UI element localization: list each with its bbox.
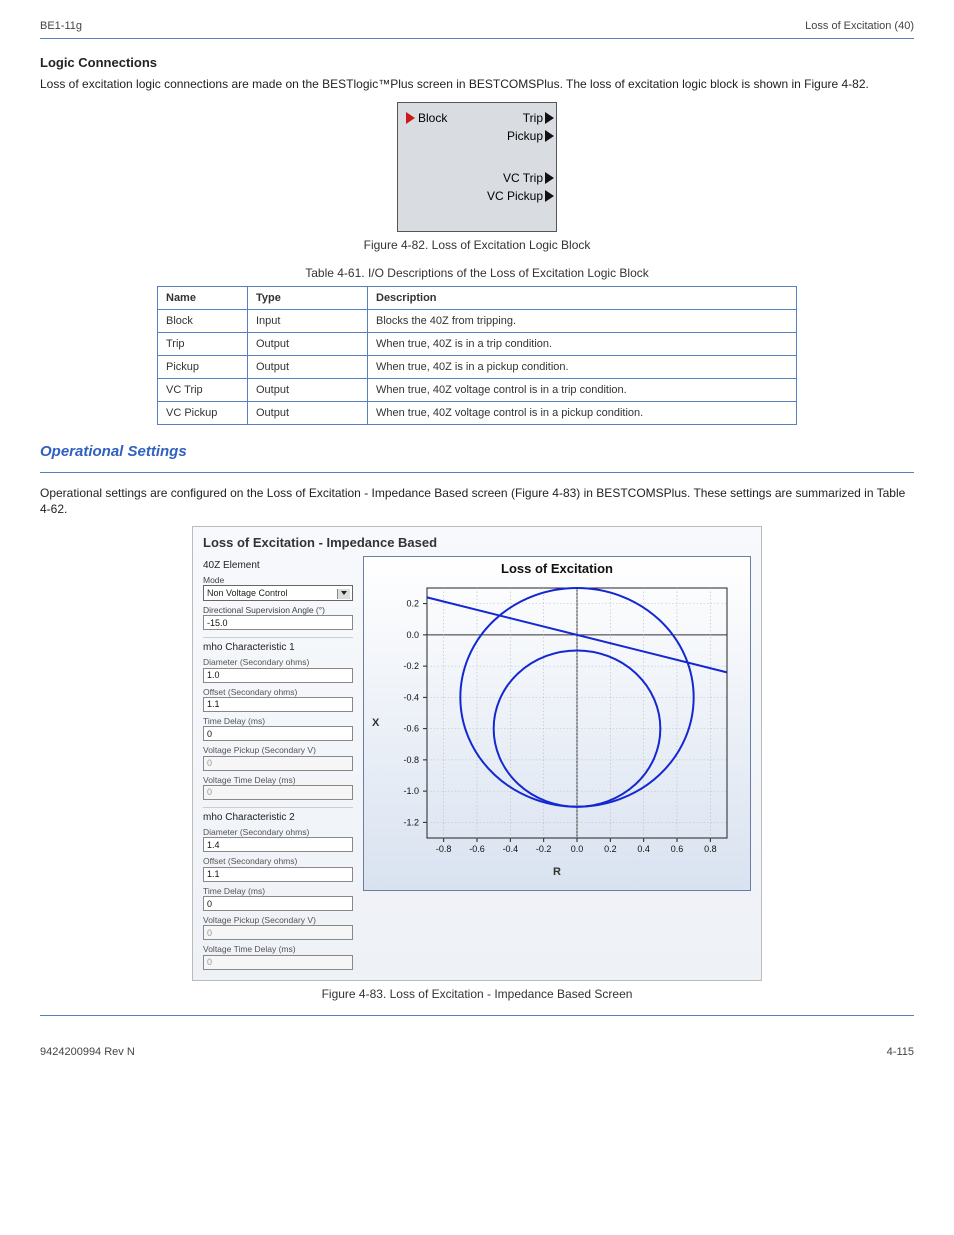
pickup-triangle-icon (545, 130, 554, 142)
vcpickup-triangle-icon (545, 190, 554, 202)
mho2-title: mho Characteristic 2 (203, 812, 353, 823)
mho2-vtd-input[interactable]: 0 (203, 955, 353, 970)
pickup-output: Pickup (507, 129, 554, 143)
svg-text:0.2: 0.2 (406, 598, 419, 608)
block-input-triangle-icon (406, 112, 415, 124)
x-axis-label: R (364, 866, 750, 878)
loss-of-excitation-chart: Loss of Excitation X 0.2 0.0 -0.2 -0.4 -0.6 -… (363, 556, 751, 891)
settings-panel-caption: Figure 4-83. Loss of Excitation - Impeda… (40, 987, 914, 1001)
mho2-offset-label: Offset (Secondary ohms) (203, 857, 353, 866)
mho1-diameter-label: Diameter (Secondary ohms) (203, 658, 353, 667)
svg-text:-0.2: -0.2 (403, 661, 419, 671)
settings-panel-title: Loss of Excitation - Impedance Based (203, 535, 751, 550)
logic-block-figure: Block Trip Pickup VC Trip VC Pickup (40, 102, 914, 232)
logic-connections-intro: Loss of excitation logic connections are… (40, 76, 914, 92)
vctrip-label: VC Trip (503, 171, 543, 185)
svg-text:0.0: 0.0 (406, 629, 419, 639)
mho1-diameter-input[interactable]: 1.0 (203, 668, 353, 683)
svg-text:0.6: 0.6 (671, 844, 684, 854)
mode-dropdown[interactable]: Non Voltage Control (203, 585, 353, 601)
io-table-caption: Table 4-61. I/O Descriptions of the Loss… (40, 266, 914, 280)
mho2-vp-input[interactable]: 0 (203, 925, 353, 940)
group-label-40z: 40Z Element (203, 560, 353, 571)
table-row: VC PickupOutputWhen true, 40Z voltage co… (158, 402, 797, 425)
mho1-offset-label: Offset (Secondary ohms) (203, 688, 353, 697)
mho1-td-label: Time Delay (ms) (203, 717, 353, 726)
footer-rule (40, 1015, 914, 1016)
block-input-label: Block (418, 111, 447, 125)
header-right: Loss of Excitation (40) (805, 20, 914, 32)
vcpickup-output: VC Pickup (487, 189, 554, 203)
svg-text:-0.4: -0.4 (403, 692, 419, 702)
svg-text:0.0: 0.0 (571, 844, 584, 854)
mho2-vtd-label: Voltage Time Delay (ms) (203, 945, 353, 954)
mode-dropdown-value: Non Voltage Control (207, 588, 288, 598)
svg-text:-0.6: -0.6 (403, 723, 419, 733)
vctrip-triangle-icon (545, 172, 554, 184)
mode-label: Mode (203, 576, 353, 585)
svg-text:-0.2: -0.2 (536, 844, 552, 854)
trip-label: Trip (523, 111, 543, 125)
svg-text:-0.8: -0.8 (436, 844, 452, 854)
table-row: TripOutputWhen true, 40Z is in a trip co… (158, 333, 797, 356)
svg-text:-1.0: -1.0 (403, 786, 419, 796)
logic-block-caption: Figure 4-82. Loss of Excitation Logic Bl… (40, 238, 914, 252)
vcpickup-label: VC Pickup (487, 189, 543, 203)
settings-form: 40Z Element Mode Non Voltage Control Dir… (203, 556, 353, 970)
mho1-vp-label: Voltage Pickup (Secondary V) (203, 746, 353, 755)
mho2-diameter-input[interactable]: 1.4 (203, 837, 353, 852)
io-col-2: Description (368, 287, 797, 310)
trip-triangle-icon (545, 112, 554, 124)
header-rule (40, 38, 914, 39)
svg-text:-0.6: -0.6 (469, 844, 485, 854)
chart-svg: 0.2 0.0 -0.2 -0.4 -0.6 -0.8 -1.0 -1.2 -0.8 -0.6 -0… (372, 578, 742, 868)
section-rule (40, 472, 914, 473)
mho1-vtd-label: Voltage Time Delay (ms) (203, 776, 353, 785)
logic-box: Block Trip Pickup VC Trip VC Pickup (397, 102, 557, 232)
io-table: Name Type Description BlockInputBlocks t… (157, 286, 797, 425)
dir-angle-label: Directional Supervision Angle (°) (203, 606, 353, 615)
svg-text:-0.8: -0.8 (403, 754, 419, 764)
pickup-label: Pickup (507, 129, 543, 143)
operational-settings-para: Operational settings are configured on t… (40, 485, 914, 517)
mho1-td-input[interactable]: 0 (203, 726, 353, 741)
mho2-offset-input[interactable]: 1.1 (203, 867, 353, 882)
vctrip-output: VC Trip (503, 171, 554, 185)
mho2-vp-label: Voltage Pickup (Secondary V) (203, 916, 353, 925)
io-col-0: Name (158, 287, 248, 310)
table-row: PickupOutputWhen true, 40Z is in a picku… (158, 356, 797, 379)
header-left: BE1-11g (40, 20, 82, 32)
mho1-vp-input[interactable]: 0 (203, 756, 353, 771)
svg-text:0.2: 0.2 (604, 844, 617, 854)
trip-output: Trip (523, 111, 554, 125)
chevron-down-icon (341, 591, 347, 595)
operational-settings-heading: Operational Settings (40, 443, 914, 460)
mho2-td-input[interactable]: 0 (203, 896, 353, 911)
dir-angle-input[interactable]: -15.0 (203, 615, 353, 630)
mho2-td-label: Time Delay (ms) (203, 887, 353, 896)
svg-text:-0.4: -0.4 (503, 844, 519, 854)
block-input: Block (406, 111, 447, 125)
mho1-vtd-input[interactable]: 0 (203, 785, 353, 800)
logic-connections-title: Logic Connections (40, 55, 914, 70)
svg-text:0.4: 0.4 (637, 844, 650, 854)
mho1-title: mho Characteristic 1 (203, 642, 353, 653)
footer-right: 4-115 (887, 1046, 914, 1058)
svg-text:-1.2: -1.2 (403, 817, 419, 827)
chart-title: Loss of Excitation (364, 561, 750, 576)
svg-text:0.8: 0.8 (704, 844, 717, 854)
mho1-offset-input[interactable]: 1.1 (203, 697, 353, 712)
footer-left: 9424200994 Rev N (40, 1046, 135, 1058)
table-row: BlockInputBlocks the 40Z from tripping. (158, 310, 797, 333)
mho2-diameter-label: Diameter (Secondary ohms) (203, 828, 353, 837)
io-col-1: Type (248, 287, 368, 310)
y-axis-label: X (372, 717, 379, 729)
table-row: VC TripOutputWhen true, 40Z voltage cont… (158, 379, 797, 402)
settings-panel: Loss of Excitation - Impedance Based 40Z… (192, 526, 762, 981)
